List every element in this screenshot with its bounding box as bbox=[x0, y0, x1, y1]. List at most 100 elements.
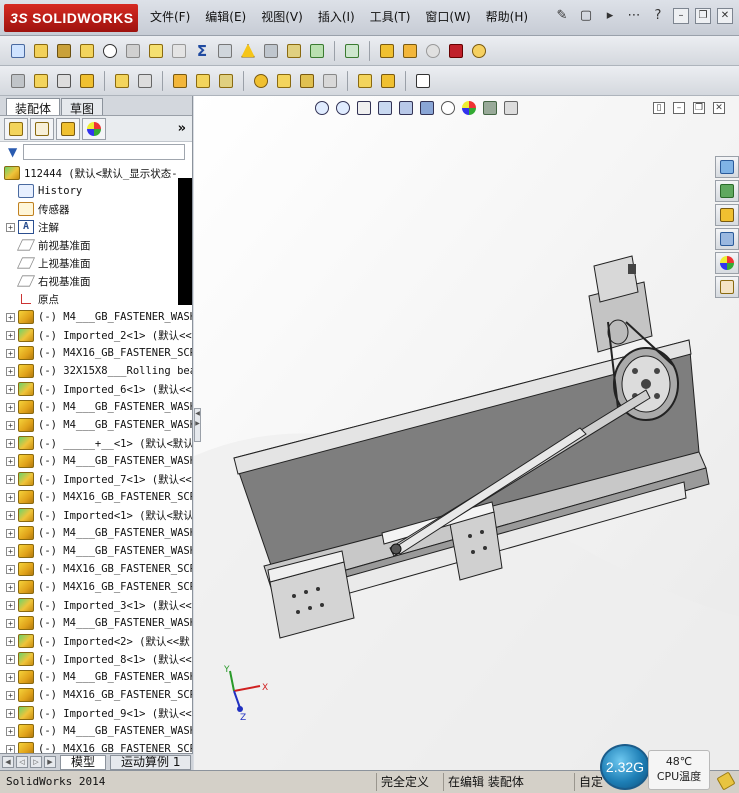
new-document-icon[interactable]: ▢ bbox=[577, 7, 595, 25]
spell-check-icon[interactable] bbox=[8, 41, 28, 61]
prev-tab-icon[interactable]: ◁ bbox=[16, 756, 28, 768]
render-icon[interactable] bbox=[469, 41, 489, 61]
configuration-manager-tab[interactable] bbox=[56, 117, 80, 140]
hole-alignment-icon[interactable] bbox=[284, 41, 304, 61]
expand-icon[interactable]: + bbox=[6, 636, 15, 646]
statistics-icon[interactable] bbox=[123, 41, 143, 61]
tree-item-right-plane[interactable]: 右视基准面 bbox=[0, 272, 192, 290]
design-library-icon[interactable] bbox=[715, 180, 739, 202]
solidworks-resources-icon[interactable] bbox=[715, 156, 739, 178]
filter-icon[interactable]: ▼ bbox=[8, 145, 17, 159]
edit-appearance-icon[interactable] bbox=[461, 100, 477, 116]
view-orientation-icon[interactable] bbox=[398, 100, 414, 116]
expand-icon[interactable]: + bbox=[6, 618, 15, 628]
tree-component-row[interactable]: + (-) _____+__<1> (默认<默认 bbox=[0, 434, 192, 452]
more-tools-icon[interactable]: ⋯ bbox=[625, 7, 643, 25]
warning-icon[interactable] bbox=[238, 41, 258, 61]
interference-icon[interactable] bbox=[215, 41, 235, 61]
instant3d-icon[interactable] bbox=[320, 71, 340, 91]
red-block-icon[interactable] bbox=[446, 41, 466, 61]
expand-icon[interactable]: + bbox=[6, 672, 15, 682]
expand-icon[interactable]: + bbox=[6, 438, 15, 448]
viewport-split-icon[interactable]: ▯ bbox=[653, 102, 665, 114]
next-tab-icon[interactable]: ▷ bbox=[30, 756, 42, 768]
expand-icon[interactable]: + bbox=[6, 366, 15, 376]
tree-component-row[interactable]: + (-) Imported<2> (默认<<默 bbox=[0, 632, 192, 650]
expand-icon[interactable]: + bbox=[6, 456, 15, 466]
clearance-icon[interactable] bbox=[261, 41, 281, 61]
restore-button[interactable]: ❐ bbox=[695, 8, 711, 24]
tree-item-annotations[interactable]: + A 注解 bbox=[0, 218, 192, 236]
file-explorer-icon[interactable] bbox=[715, 204, 739, 226]
tree-component-row[interactable]: + (-) M4___GB_FASTENER_WASH bbox=[0, 398, 192, 416]
close-button[interactable]: ✕ bbox=[717, 8, 733, 24]
tree-component-row[interactable]: + (-) M4___GB_FASTENER_WASH bbox=[0, 524, 192, 542]
tree-component-row[interactable]: + (-) M4___GB_FASTENER_WASH bbox=[0, 614, 192, 632]
tree-component-row[interactable]: + (-) M4X16_GB_FASTENER_SCR bbox=[0, 560, 192, 578]
section-properties-icon[interactable] bbox=[77, 41, 97, 61]
menu-window[interactable]: 窗口(W) bbox=[425, 8, 470, 25]
smart-fasteners-icon[interactable] bbox=[297, 71, 317, 91]
status-custom[interactable]: 自定 bbox=[574, 773, 603, 791]
large-design-review-icon[interactable] bbox=[355, 71, 375, 91]
menu-view[interactable]: 视图(V) bbox=[261, 8, 303, 25]
expand-icon[interactable]: + bbox=[6, 582, 15, 592]
import-diagnostics-icon[interactable] bbox=[342, 41, 362, 61]
hide-show-items-icon[interactable] bbox=[440, 100, 456, 116]
compare-icon[interactable] bbox=[307, 41, 327, 61]
menu-insert[interactable]: 插入(I) bbox=[318, 8, 355, 25]
speedpak-icon[interactable] bbox=[378, 71, 398, 91]
tree-component-row[interactable]: + (-) Imported<1> (默认<默认 bbox=[0, 506, 192, 524]
zoom-to-area-icon[interactable] bbox=[335, 100, 351, 116]
menu-file[interactable]: 文件(F) bbox=[150, 8, 190, 25]
more-tabs-icon[interactable]: » bbox=[178, 121, 186, 136]
mate-icon[interactable] bbox=[54, 71, 74, 91]
expand-icon[interactable]: + bbox=[6, 510, 15, 520]
sensor-tool-icon[interactable] bbox=[100, 41, 120, 61]
tree-component-row[interactable]: + (-) Imported_9<1> (默认<< bbox=[0, 704, 192, 722]
tree-component-row[interactable]: + (-) Imported_3<1> (默认<< bbox=[0, 596, 192, 614]
last-tab-icon[interactable]: ▶ bbox=[44, 756, 56, 768]
check-icon[interactable] bbox=[146, 41, 166, 61]
tree-component-row[interactable]: + (-) Imported_7<1> (默认<< bbox=[0, 470, 192, 488]
costing-icon[interactable] bbox=[400, 41, 420, 61]
equations-icon[interactable]: Σ bbox=[192, 41, 212, 61]
expand-icon[interactable]: + bbox=[6, 744, 15, 753]
tree-component-row[interactable]: + (-) Imported_2<1> (默认<< bbox=[0, 326, 192, 344]
snapshot-icon[interactable] bbox=[413, 71, 433, 91]
insert-component-icon[interactable] bbox=[8, 71, 28, 91]
tree-component-row[interactable]: + (-) 32X15X8___Rolling bea bbox=[0, 362, 192, 380]
expand-icon[interactable]: + bbox=[6, 690, 15, 700]
design-checker-icon[interactable] bbox=[377, 41, 397, 61]
property-manager-tab[interactable] bbox=[30, 117, 54, 140]
bill-of-materials-icon[interactable] bbox=[274, 71, 294, 91]
move-component-icon[interactable] bbox=[112, 71, 132, 91]
apply-scene-icon[interactable] bbox=[482, 100, 498, 116]
expand-icon[interactable]: + bbox=[6, 654, 15, 664]
expand-icon[interactable]: + bbox=[6, 726, 15, 736]
expand-icon[interactable]: + bbox=[6, 384, 15, 394]
zoom-to-fit-icon[interactable] bbox=[314, 100, 330, 116]
tree-item-sensors[interactable]: 传感器 bbox=[0, 200, 192, 218]
help-icon[interactable]: ? bbox=[649, 7, 667, 25]
show-hidden-icon[interactable] bbox=[135, 71, 155, 91]
expand-icon[interactable]: + bbox=[6, 402, 15, 412]
tree-component-row[interactable]: + (-) M4___GB_FASTENER_WASH bbox=[0, 722, 192, 740]
linear-pattern-icon[interactable] bbox=[77, 71, 97, 91]
tab-model[interactable]: 模型 bbox=[60, 754, 107, 770]
check-disabled-icon[interactable] bbox=[169, 41, 189, 61]
expand-icon[interactable]: + bbox=[6, 348, 15, 358]
viewport-restore-icon[interactable]: ❐ bbox=[693, 102, 705, 114]
tree-root[interactable]: 112444 (默认<默认_显示状态- bbox=[0, 164, 192, 182]
menu-help[interactable]: 帮助(H) bbox=[486, 8, 528, 25]
expand-icon[interactable]: + bbox=[6, 600, 15, 610]
tab-motion-study[interactable]: 运动算例 1 bbox=[110, 754, 192, 770]
section-view-icon[interactable] bbox=[377, 100, 393, 116]
tree-component-row[interactable]: + (-) M4X16_GB_FASTENER_SCR bbox=[0, 686, 192, 704]
disabled-icon[interactable] bbox=[423, 41, 443, 61]
expand-icon[interactable]: + bbox=[6, 330, 15, 340]
tree-component-row[interactable]: + (-) M4X16_GB_FASTENER_SCR bbox=[0, 344, 192, 362]
expand-icon[interactable]: + bbox=[6, 474, 15, 484]
tree-component-row[interactable]: + (-) M4X16_GB_FASTENER_SCR bbox=[0, 488, 192, 506]
expand-icon[interactable]: + bbox=[6, 492, 15, 502]
